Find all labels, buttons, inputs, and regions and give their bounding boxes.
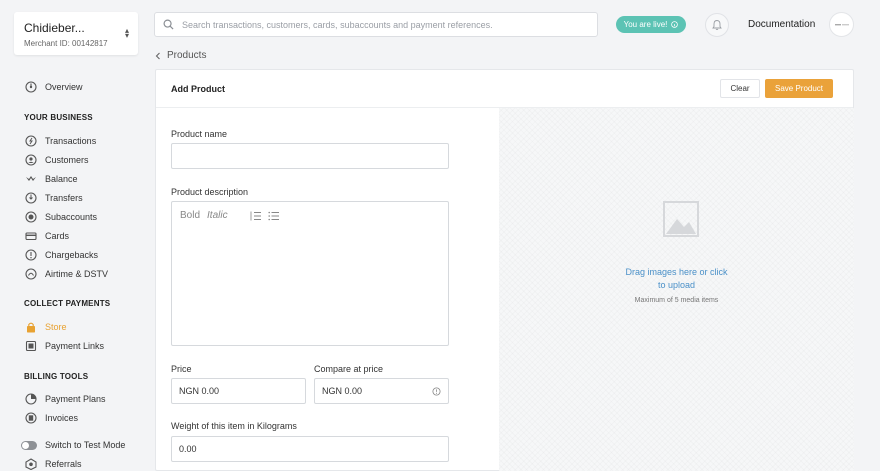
ordered-list-icon[interactable] (250, 211, 261, 221)
sidebar-item-label: Chargebacks (45, 250, 99, 260)
toggle-switch[interactable] (21, 440, 37, 450)
section-collect-payments: COLLECT PAYMENTS (24, 299, 111, 308)
payment-plans-icon (24, 393, 37, 406)
clear-button[interactable]: Clear (720, 79, 760, 98)
weight-label: Weight of this item in Kilograms (171, 421, 297, 431)
product-name-input[interactable] (171, 143, 449, 169)
sidebar-item-transactions[interactable]: Transactions (24, 134, 96, 148)
breadcrumb-products: Products (167, 50, 207, 61)
sidebar-item-label: Payment Plans (45, 394, 106, 404)
test-mode-toggle[interactable]: Switch to Test Mode (21, 438, 125, 452)
sidebar-item-label: Overview (45, 82, 83, 92)
compare-price-label: Compare at price (314, 364, 384, 374)
sidebar-item-subaccounts[interactable]: Subaccounts (24, 210, 97, 224)
sidebar-item-label: Balance (45, 174, 78, 184)
search-bar[interactable] (154, 12, 598, 37)
avatar[interactable] (829, 12, 854, 37)
merchant-switcher[interactable]: Chidieber... Merchant ID: 00142817 ▴ ▾ (14, 12, 138, 55)
page-title: Add Product (171, 84, 225, 94)
editor-toolbar: Bold Italic (180, 210, 279, 221)
airtime-icon (24, 268, 37, 281)
transactions-icon (24, 135, 37, 148)
live-status-label: You are live! (623, 20, 668, 29)
compare-price-value: NGN 0.00 (322, 386, 363, 396)
compare-price-input[interactable]: NGN 0.00 (314, 378, 449, 404)
sidebar-item-invoices[interactable]: Invoices (24, 411, 78, 425)
image-placeholder-icon (663, 201, 699, 237)
card-header: Add Product Clear Save Product (156, 70, 853, 108)
product-description-editor[interactable]: Bold Italic (171, 201, 449, 346)
product-name-label: Product name (171, 129, 228, 139)
breadcrumb[interactable]: Products (155, 50, 206, 61)
sidebar-item-label: Airtime & DSTV (45, 269, 109, 279)
sidebar-item-transfers[interactable]: Transfers (24, 191, 83, 205)
product-description-label: Product description (171, 187, 249, 197)
section-your-business: YOUR BUSINESS (24, 113, 93, 122)
weight-input[interactable]: 0.00 (171, 436, 449, 462)
bullet-list-icon[interactable] (267, 211, 279, 221)
add-product-card: Add Product Clear Save Product Product n… (155, 69, 854, 471)
price-input[interactable]: NGN 0.00 (171, 378, 306, 404)
sidebar-item-label: Cards (45, 231, 70, 241)
payment-links-icon (24, 340, 37, 353)
card-icon (24, 230, 37, 243)
italic-button[interactable]: Italic (207, 210, 228, 221)
sidebar-item-store[interactable]: Store (24, 320, 67, 334)
sidebar-item-label: Referrals (45, 459, 82, 469)
sidebar-item-payment-links[interactable]: Payment Links (24, 339, 104, 353)
chargebacks-icon (24, 249, 37, 262)
test-mode-label: Switch to Test Mode (45, 440, 126, 450)
sidebar-item-label: Payment Links (45, 341, 105, 351)
documentation-link[interactable]: Documentation (748, 19, 815, 30)
chevron-updown-icon: ▴ ▾ (124, 26, 129, 40)
transfers-icon (24, 192, 37, 205)
lock-bag-icon (24, 321, 37, 334)
search-icon (163, 19, 174, 30)
invoices-icon (24, 412, 37, 425)
sidebar-item-cards[interactable]: Cards (24, 229, 69, 243)
upload-limit-note: Maximum of 5 media items (634, 297, 719, 304)
price-label: Price (171, 364, 192, 374)
notifications-button[interactable] (705, 13, 729, 37)
sidebar-item-referrals[interactable]: Referrals (24, 457, 82, 471)
balance-icon (24, 173, 37, 186)
image-upload-dropzone[interactable]: Drag images here or click to upload Maxi… (499, 108, 854, 471)
bold-button[interactable]: Bold (180, 210, 200, 221)
help-icon[interactable] (432, 386, 441, 396)
merchant-id: Merchant ID: 00142817 (24, 39, 108, 48)
sidebar-item-balance[interactable]: Balance (24, 172, 78, 186)
sidebar-item-payment-plans[interactable]: Payment Plans (24, 392, 106, 406)
sidebar-item-label: Invoices (45, 413, 79, 423)
upload-instructions[interactable]: Drag images here or click to upload (499, 266, 854, 292)
live-status-badge[interactable]: You are live! (616, 16, 686, 33)
info-icon (671, 21, 679, 28)
sidebar-item-label: Subaccounts (45, 212, 98, 222)
sidebar-item-airtime-dstv[interactable]: Airtime & DSTV (24, 267, 108, 281)
chevron-left-icon (155, 52, 160, 59)
section-billing-tools: BILLING TOOLS (24, 372, 89, 381)
sidebar-item-label: Customers (45, 155, 89, 165)
search-input[interactable] (182, 19, 582, 30)
merchant-name: Chidieber... (24, 21, 85, 35)
sidebar-item-chargebacks[interactable]: Chargebacks (24, 248, 98, 262)
sidebar-item-overview[interactable]: Overview (24, 80, 83, 94)
sidebar-item-label: Transactions (45, 136, 97, 146)
sidebar-item-customers[interactable]: Customers (24, 153, 89, 167)
save-product-button[interactable]: Save Product (765, 79, 833, 98)
bell-icon (712, 20, 722, 31)
subaccounts-icon (24, 211, 37, 224)
customers-icon (24, 154, 37, 167)
sidebar-item-label: Transfers (45, 193, 83, 203)
sidebar-item-label: Store (45, 322, 67, 332)
referrals-icon (24, 458, 37, 471)
overview-icon (24, 81, 37, 94)
avatar-logo-icon (834, 23, 849, 25)
